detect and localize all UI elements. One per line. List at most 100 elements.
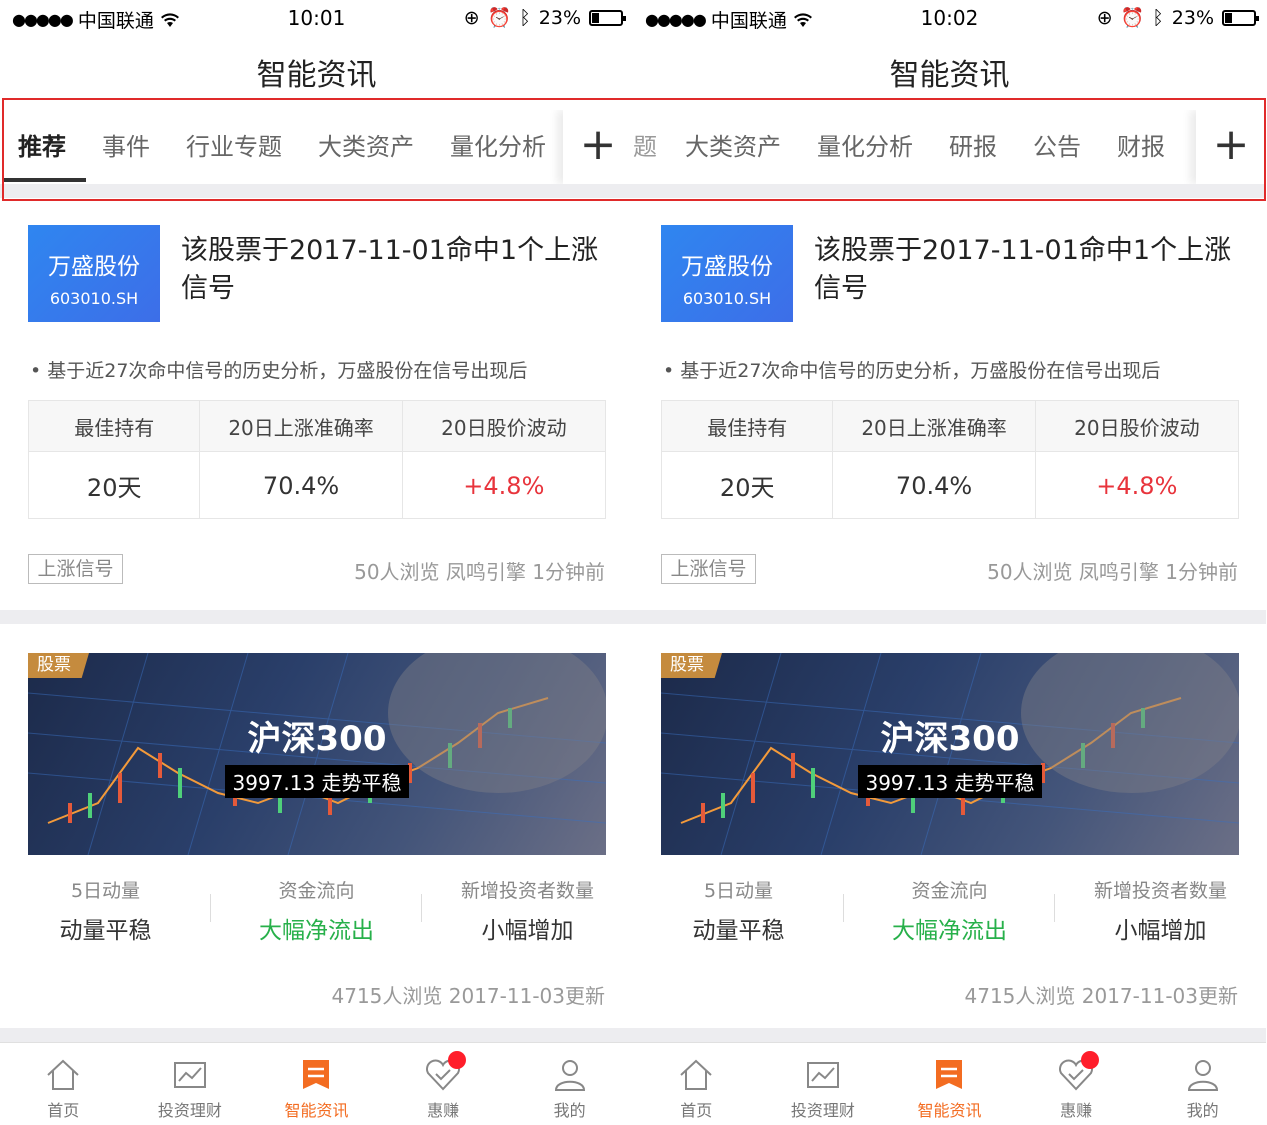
stat-header: 20日上涨准确率: [833, 401, 1036, 451]
alarm-icon: ⏰: [1120, 7, 1145, 29]
stat-value: 20天: [662, 452, 834, 519]
metric-new-investors: 新增投资者数量 小幅增加: [422, 876, 633, 944]
metric-value: 大幅净流出: [259, 918, 374, 944]
metric-label: 5日动量: [703, 880, 774, 902]
metric-label: 新增投资者数量: [460, 880, 594, 902]
tab-financials[interactable]: 财报: [1117, 110, 1165, 184]
signal-stats-table: 最佳持有 20日上涨准确率 20日股价波动 20天 70.4% +4.8%: [661, 400, 1239, 519]
nav-home[interactable]: 首页: [0, 1043, 127, 1125]
banner-title: 沪深300: [247, 719, 387, 759]
divider: [0, 1028, 633, 1042]
status-bar: ●●●●● 中国联通 10:01 ⊕ ⏰ ᛒ 23%: [0, 0, 633, 36]
banner-title: 沪深300: [880, 719, 1020, 759]
divider: [633, 184, 1266, 198]
stat-value: 70.4%: [833, 452, 1036, 519]
index-banner[interactable]: 股票 沪深300 3997.13 走势平稳: [28, 653, 606, 855]
nav-label: 投资理财: [790, 1101, 855, 1120]
metric-capital-flow: 资金流向 大幅净流出: [211, 876, 422, 944]
phone-screen-right: ●●●●● 中国联通 10:02 ⊕ ⏰ ᛒ 23% 智能资讯 题 大类资产 量…: [633, 0, 1266, 1125]
nav-label: 投资理财: [157, 1101, 222, 1120]
stat-header: 最佳持有: [662, 401, 834, 451]
nav-me[interactable]: 我的: [506, 1043, 633, 1125]
nav-label: 惠赚: [1060, 1101, 1093, 1120]
nav-rewards[interactable]: 惠赚: [1013, 1043, 1140, 1125]
home-icon: [680, 1059, 712, 1090]
battery-icon: [1222, 9, 1259, 26]
page-title: 智能资讯: [256, 58, 377, 93]
tab-industry-partial[interactable]: 题: [633, 110, 657, 184]
stat-header: 20日股价波动: [1074, 415, 1200, 440]
category-tab-bar: 推荐 事件 行业专题 大类资产 量化分析 +: [0, 110, 633, 184]
nav-rewards[interactable]: 惠赚: [380, 1043, 507, 1125]
stock-code: 603010.SH: [682, 289, 772, 308]
metric-value: 小幅增加: [1114, 918, 1207, 944]
add-tab-button[interactable]: +: [563, 110, 633, 184]
chart-icon: [173, 1062, 206, 1088]
battery-icon: [589, 9, 626, 26]
banner-subtitle: 3997.13 走势平稳: [225, 765, 409, 798]
tab-industry[interactable]: 行业专题: [186, 110, 282, 184]
index-metrics: 5日动量 动量平稳 资金流向 大幅净流出 新增投资者数量 小幅增加: [0, 876, 633, 944]
stat-header: 20日上涨准确率: [200, 401, 403, 451]
stat-value: 70.4%: [200, 452, 403, 519]
battery-percent: 23%: [538, 6, 581, 29]
rotation-lock-icon: ⊕: [463, 6, 480, 29]
metric-label: 资金流向: [278, 880, 355, 902]
bluetooth-icon: ᛒ: [519, 6, 531, 29]
stock-badge[interactable]: 万盛股份 603010.SH: [28, 225, 160, 322]
nav-label: 我的: [553, 1101, 586, 1120]
banner-subtitle: 3997.13 走势平稳: [858, 765, 1042, 798]
comparison-screenshot: ●●●●● 中国联通 10:01 ⊕ ⏰ ᛒ 23% 智能资讯 推荐 事件 行业…: [0, 0, 1267, 1125]
index-metrics: 5日动量 动量平稳 资金流向 大幅净流出 新增投资者数量 小幅增加: [633, 876, 1266, 944]
stock-name: 万盛股份: [681, 254, 773, 280]
signal-headline[interactable]: 该股票于2017-11-01命中1个上涨信号: [814, 232, 1244, 308]
signal-tag[interactable]: 上涨信号: [661, 554, 756, 584]
notification-dot: [1080, 1051, 1099, 1069]
metric-momentum: 5日动量 动量平稳: [0, 876, 211, 944]
nav-invest[interactable]: 投资理财: [760, 1043, 887, 1125]
metric-label: 新增投资者数量: [1093, 880, 1227, 902]
tab-quant[interactable]: 量化分析: [817, 110, 913, 184]
stat-value: +4.8%: [1096, 471, 1178, 500]
signal-tag[interactable]: 上涨信号: [28, 554, 123, 584]
user-icon: [554, 1060, 585, 1091]
metric-label: 5日动量: [70, 880, 141, 902]
nav-label: 首页: [680, 1101, 713, 1120]
stock-code: 603010.SH: [49, 289, 139, 308]
news-bookmark-icon: [936, 1060, 963, 1089]
add-tab-button[interactable]: +: [1196, 110, 1266, 184]
divider: [0, 610, 633, 624]
index-banner[interactable]: 股票 沪深300 3997.13 走势平稳: [661, 653, 1239, 855]
tab-asset-class[interactable]: 大类资产: [685, 110, 781, 184]
nav-home[interactable]: 首页: [633, 1043, 760, 1125]
nav-invest[interactable]: 投资理财: [127, 1043, 254, 1125]
signal-description: • 基于近27次命中信号的历史分析，万盛股份在信号出现后: [30, 360, 528, 382]
metric-value: 动量平稳: [59, 918, 152, 944]
nav-smart-news[interactable]: 智能资讯: [253, 1043, 380, 1125]
tab-events[interactable]: 事件: [102, 110, 150, 184]
stat-value: +4.8%: [463, 471, 545, 500]
alarm-icon: ⏰: [487, 7, 512, 29]
tab-asset-class[interactable]: 大类资产: [318, 110, 414, 184]
nav-smart-news[interactable]: 智能资讯: [886, 1043, 1013, 1125]
signal-stats-table: 最佳持有 20日上涨准确率 20日股价波动 20天 70.4% +4.8%: [28, 400, 606, 519]
signal-headline[interactable]: 该股票于2017-11-01命中1个上涨信号: [181, 232, 611, 308]
tab-announcements[interactable]: 公告: [1033, 110, 1081, 184]
nav-label: 首页: [47, 1101, 80, 1120]
banner-category-tag: 股票: [661, 653, 722, 678]
divider: [0, 184, 633, 198]
stock-badge[interactable]: 万盛股份 603010.SH: [661, 225, 793, 322]
stat-value: 20天: [29, 452, 201, 519]
card-meta: 4715人浏览 2017-11-03更新: [964, 984, 1239, 1008]
bottom-tab-bar: 首页 投资理财 智能资讯 惠赚 我的: [0, 1042, 633, 1125]
rotation-lock-icon: ⊕: [1096, 6, 1113, 29]
metric-capital-flow: 资金流向 大幅净流出: [844, 876, 1055, 944]
bottom-tab-bar: 首页 投资理财 智能资讯 惠赚 我的: [633, 1042, 1266, 1125]
status-bar: ●●●●● 中国联通 10:02 ⊕ ⏰ ᛒ 23%: [633, 0, 1266, 36]
metric-value: 大幅净流出: [892, 918, 1007, 944]
chart-icon: [806, 1062, 839, 1088]
tab-research[interactable]: 研报: [949, 110, 997, 184]
tab-recommend[interactable]: 推荐: [4, 110, 86, 184]
nav-me[interactable]: 我的: [1139, 1043, 1266, 1125]
tab-quant[interactable]: 量化分析: [450, 110, 546, 184]
